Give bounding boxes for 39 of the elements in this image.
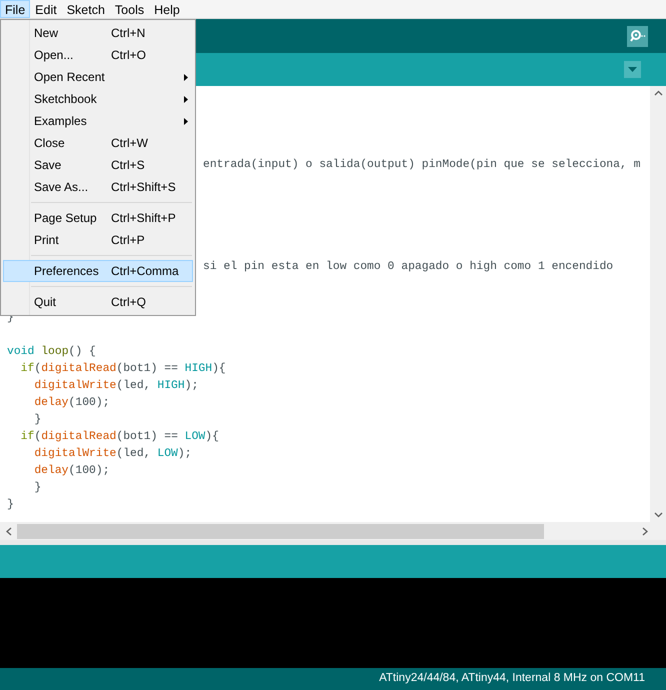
menu-item[interactable]: Close Ctrl+W xyxy=(3,132,193,154)
code-line: digitalWrite(led, HIGH); xyxy=(33,380,198,392)
code-line: } xyxy=(7,499,14,511)
menu-item[interactable]: Edit xyxy=(30,0,62,18)
menu-item[interactable]: Quit Ctrl+Q xyxy=(3,291,193,313)
code-line: } xyxy=(33,482,42,494)
code-line: } xyxy=(33,414,42,426)
code-line: si el pin esta en low como 0 apagado o high como 1 encendido xyxy=(203,261,614,273)
code-line: delay(100); xyxy=(33,397,110,409)
menu-item[interactable]: Save As... Ctrl+Shift+S xyxy=(3,176,193,198)
code-line: if(digitalRead(bot1) == HIGH){ xyxy=(20,363,226,375)
menu-item[interactable]: New Ctrl+N xyxy=(3,22,193,44)
caret-icon xyxy=(628,67,637,72)
scroll-down-icon[interactable] xyxy=(654,512,662,518)
menu-item[interactable]: Open... Ctrl+O xyxy=(3,44,193,66)
menu-item[interactable]: Examples xyxy=(3,110,193,132)
board-status: ATtiny24/44/84, ATtiny44, Internal 8 MHz on COM11 xyxy=(379,671,645,686)
menu-item[interactable]: Print Ctrl+P xyxy=(3,229,193,251)
menu-item[interactable]: Tools xyxy=(110,0,150,18)
code-line: void loop() { xyxy=(7,346,96,358)
menu-item[interactable]: Help xyxy=(149,0,185,18)
code-line: entrada(input) o salida(output) pinMode(pin que se selecciona, m xyxy=(203,159,640,171)
code-line: if(digitalRead(bot1) == LOW){ xyxy=(20,431,219,443)
code-line: digitalWrite(led, LOW); xyxy=(33,448,192,460)
menu-item[interactable]: Sketch xyxy=(62,0,110,18)
code-line: delay(100); xyxy=(33,465,110,477)
horizontal-scrollbar[interactable] xyxy=(17,524,544,538)
menu-item[interactable]: File xyxy=(0,0,30,18)
menu-item[interactable]: Page Setup Ctrl+Shift+P xyxy=(3,207,193,229)
menu-item[interactable]: Sketchbook xyxy=(3,88,193,110)
scroll-up-icon[interactable] xyxy=(654,90,662,96)
tab-menu-button[interactable] xyxy=(624,61,641,78)
menu-item[interactable]: Open Recent xyxy=(3,66,193,88)
scroll-right-icon[interactable] xyxy=(641,526,649,536)
menu-item[interactable]: Save Ctrl+S xyxy=(3,154,193,176)
menu-item[interactable]: Preferences Ctrl+Comma xyxy=(3,260,193,282)
scroll-left-icon[interactable] xyxy=(5,526,13,536)
vertical-scrollbar[interactable] xyxy=(650,86,666,522)
serial-monitor-icon[interactable] xyxy=(627,26,648,46)
